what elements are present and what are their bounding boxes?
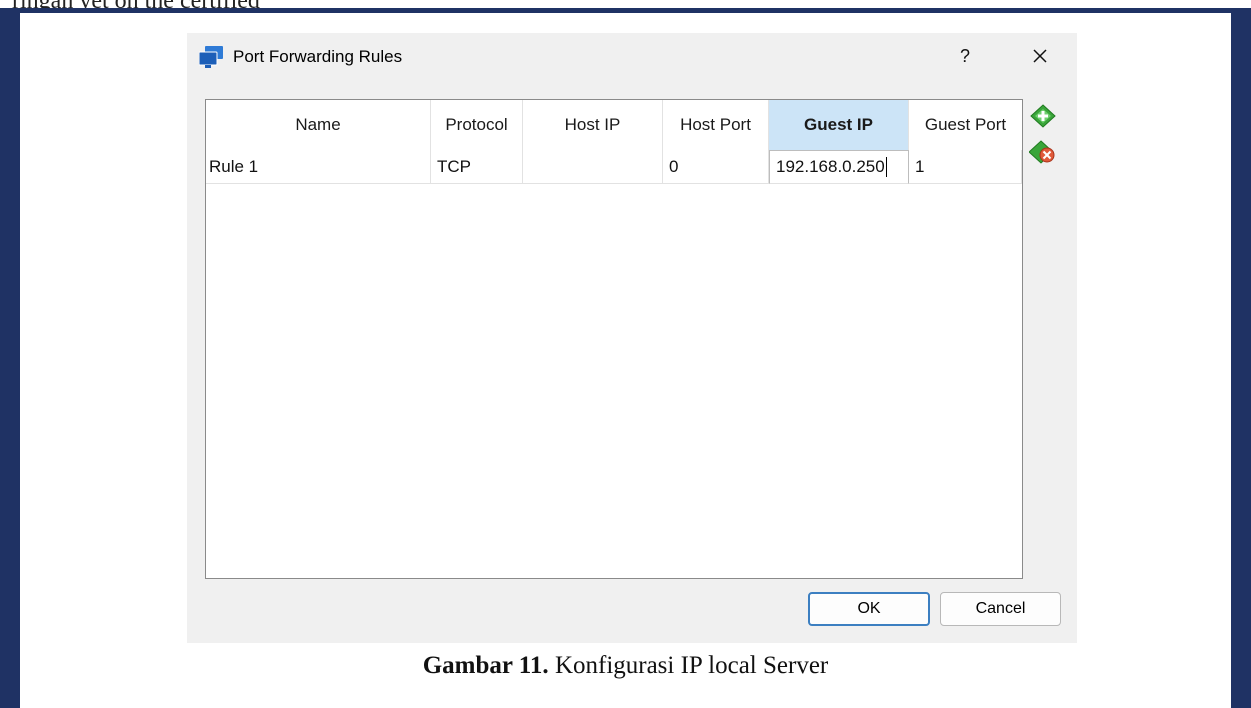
virtualbox-network-icon (199, 46, 223, 68)
column-header-host-ip[interactable]: Host IP (523, 100, 663, 150)
caption-label: Gambar 11. (422, 652, 549, 679)
text-caret (885, 157, 887, 177)
column-header-host-port[interactable]: Host Port (663, 100, 769, 150)
column-header-name[interactable]: Name (206, 100, 431, 150)
table-row-cell-name[interactable]: Rule 1 (206, 150, 431, 184)
remove-rule-icon[interactable] (1029, 139, 1057, 165)
guest-ip-value: 192.168.0.250 (776, 157, 885, 176)
cancel-button[interactable]: Cancel (940, 592, 1061, 626)
dialog-titlebar: Port Forwarding Rules ? (187, 33, 1077, 83)
caption-text: Konfigurasi IP local Server (548, 652, 829, 679)
close-icon[interactable] (1027, 43, 1053, 69)
column-header-guest-port[interactable]: Guest Port (909, 100, 1022, 150)
add-rule-icon[interactable] (1029, 103, 1057, 129)
dialog-title: Port Forwarding Rules (233, 47, 403, 66)
table-row-cell-host-ip[interactable] (523, 150, 663, 184)
column-header-protocol[interactable]: Protocol (431, 100, 523, 150)
guest-ip-edit-field[interactable]: 192.168.0.250 (769, 150, 909, 184)
table-row-cell-guest-port[interactable]: 1 (909, 150, 1022, 184)
table-row-cell-host-port[interactable]: 0 (663, 150, 769, 184)
port-forwarding-dialog: Port Forwarding Rules ? Name Protocol Ho… (187, 33, 1077, 643)
help-button[interactable]: ? (955, 43, 975, 69)
figure-caption: Gambar 11. Konfigurasi IP local Server (0, 652, 1251, 680)
ok-button[interactable]: OK (808, 592, 930, 626)
rules-table[interactable]: Name Protocol Host IP Host Port Guest IP… (205, 99, 1023, 579)
column-header-guest-ip[interactable]: Guest IP (769, 100, 909, 150)
table-row-cell-protocol[interactable]: TCP (431, 150, 523, 184)
